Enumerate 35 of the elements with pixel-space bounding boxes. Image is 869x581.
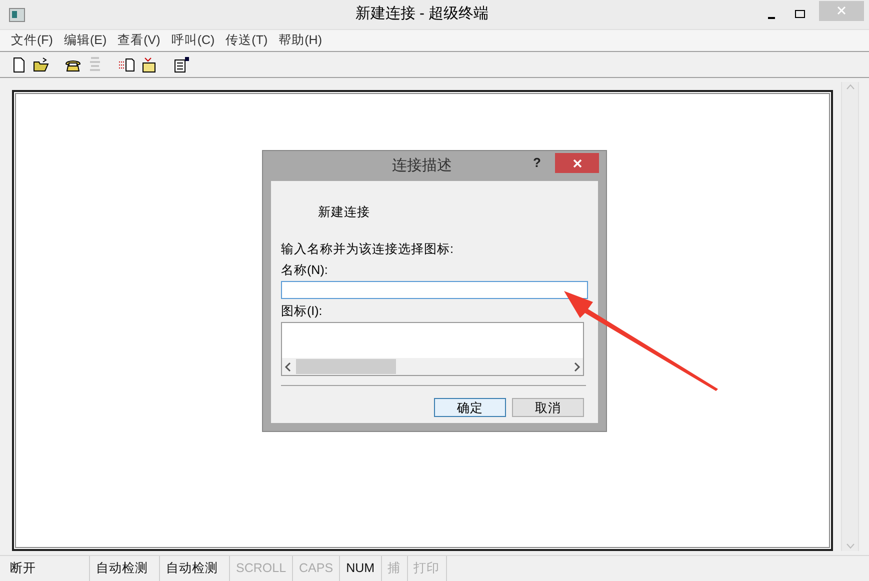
name-label: 名称(N): [281,262,329,279]
icon-label: 图标(I): [281,303,324,320]
dialog-title: 连接描述 [391,156,454,176]
status-field: 捕 [382,556,408,581]
app-icon [9,8,25,22]
status-field: NUM [340,556,382,581]
icon-list[interactable] [281,322,584,376]
help-button[interactable]: ? [533,153,541,173]
send-file-icon[interactable] [118,56,136,74]
menu-item[interactable]: 呼叫(C) [168,31,218,50]
menu-item[interactable]: 传送(T) [222,31,271,50]
window-title: 新建连接 - 超级终端 [354,4,490,24]
receive-folder-icon[interactable] [140,56,158,74]
status-field: 自动检测 [160,556,230,581]
dialog-button[interactable]: 确定 [434,398,506,417]
menu-item[interactable]: 查看(V) [114,31,164,50]
scrollbar-thumb[interactable] [296,359,396,374]
dialog-button[interactable]: 取消 [512,398,584,417]
status-field: 自动检测 [90,556,160,581]
menu-item[interactable]: 帮助(H) [276,31,325,50]
open-folder-icon[interactable] [32,56,50,74]
properties-icon[interactable] [172,56,190,74]
connection-heading: 新建连接 [318,204,371,221]
status-field: 断开 [0,556,90,581]
name-field[interactable] [281,281,588,300]
close-icon [837,6,846,15]
close-icon [572,158,582,168]
status-field: CAPS [293,556,340,581]
prompt-text: 输入名称并为该连接选择图标: [281,240,454,258]
menu-item[interactable]: 编辑(E) [60,31,110,50]
horizontal-scrollbar[interactable] [282,358,583,375]
status-field: 打印 [408,556,447,581]
menu-item[interactable]: 文件(F) [8,31,56,50]
close-button[interactable] [555,153,599,173]
status-field: SCROLL [230,556,294,581]
